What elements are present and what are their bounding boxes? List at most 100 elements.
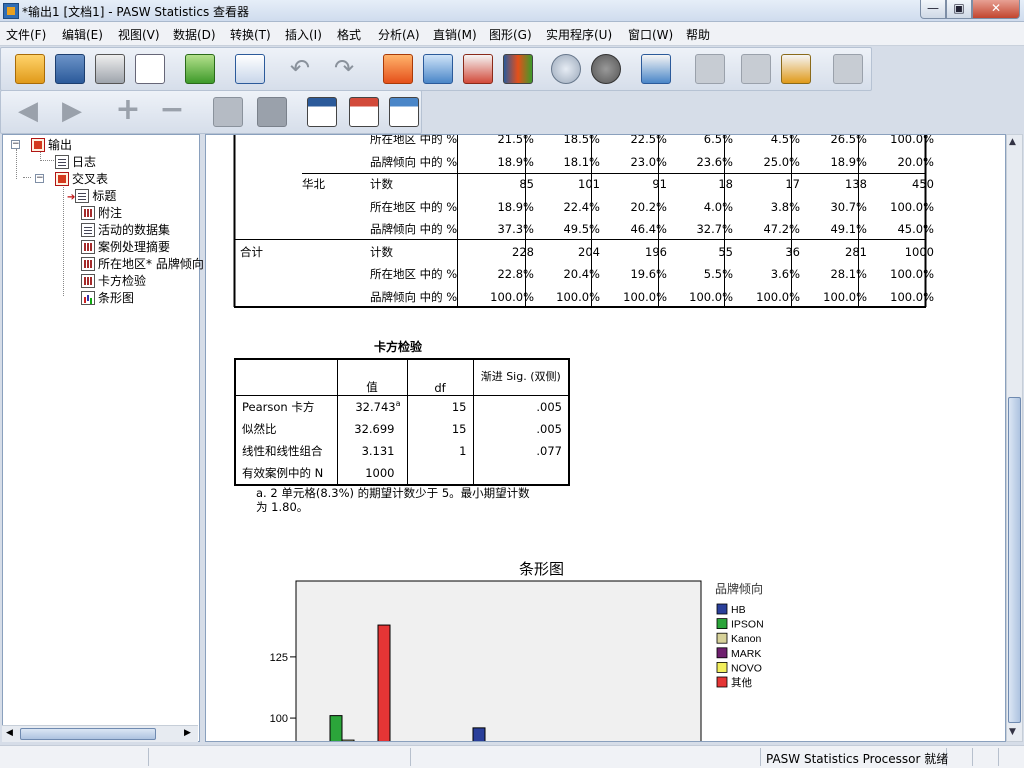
menu-view[interactable]: 视图(V): [118, 26, 160, 43]
recall-dialog-icon[interactable]: [235, 54, 265, 84]
chi-square-table: 值 df 渐进 Sig. (双侧) Pearson 卡方 32.743a 15 …: [234, 358, 570, 486]
hide-icon[interactable]: [257, 97, 287, 127]
open-folder-icon[interactable]: [15, 54, 45, 84]
tree-item-region-brand[interactable]: 所在地区* 品牌倾向: [81, 255, 204, 271]
menu-file[interactable]: 文件(F): [6, 26, 46, 43]
menu-window[interactable]: 窗口(W): [628, 26, 673, 43]
close-button[interactable]: ✕: [972, 0, 1020, 19]
crosstab-cell: 30.7%: [830, 199, 867, 214]
menu-graphs[interactable]: 图形(G): [489, 26, 532, 43]
maximize-button[interactable]: ▣: [946, 0, 972, 19]
scroll-down-arrow-icon[interactable]: ▼: [1009, 727, 1016, 737]
insert-output-icon[interactable]: [695, 54, 725, 84]
tree-item-label: 标题: [92, 189, 117, 203]
legend-swatch: [716, 647, 728, 659]
table-row: 所在地区 中的 % 21.5% 18.5% 22.5% 6.5% 4.5% 26.5% 100…: [234, 134, 940, 151]
crosstab-cell: 100.0%: [689, 289, 733, 304]
crosstab-cell: 100.0%: [890, 267, 934, 282]
menu-utilities[interactable]: 实用程序(U): [546, 26, 612, 43]
tree-item-log[interactable]: 日志: [55, 153, 96, 169]
menu-help[interactable]: 帮助: [686, 26, 710, 43]
row-sub-label: [296, 218, 364, 241]
tree-item-active-dataset[interactable]: 活动的数据集: [81, 221, 170, 237]
scroll-thumb[interactable]: [1008, 397, 1021, 723]
scroll-thumb[interactable]: [20, 728, 156, 740]
menu-edit[interactable]: 编辑(E): [62, 26, 103, 43]
insert-page-break-icon[interactable]: [389, 97, 419, 127]
status-text: PASW Statistics Processor 就绪: [766, 752, 949, 766]
redo-icon[interactable]: ↷: [329, 54, 359, 84]
tree-horizontal-scrollbar[interactable]: ◀ ▶: [2, 725, 198, 742]
main-toolbar: ↶ ↷: [0, 47, 872, 91]
table-row: 似然比 32.699 15 .005: [234, 417, 570, 440]
minimize-button[interactable]: —: [920, 0, 946, 19]
tree-item-chi-square[interactable]: 卡方检验: [81, 272, 146, 288]
tree-item-case-summary[interactable]: 案例处理摘要: [81, 238, 170, 254]
chi-row-df: [406, 462, 473, 486]
demote-arrow-right-icon[interactable]: ▶: [57, 97, 87, 127]
tree-item-bar-chart[interactable]: 条形图: [81, 289, 134, 305]
undo-icon[interactable]: ↶: [285, 54, 315, 84]
crosstab-cell: 22.4%: [563, 199, 600, 214]
title-icon: [75, 189, 90, 203]
promote-arrow-left-icon[interactable]: ◀: [13, 97, 43, 127]
menu-data[interactable]: 数据(D): [173, 26, 216, 43]
scroll-right-arrow-icon[interactable]: ▶: [184, 728, 191, 738]
chi-row-value: 32.743a: [336, 395, 407, 418]
export-icon[interactable]: [185, 54, 215, 84]
insert-heading-icon[interactable]: [307, 97, 337, 127]
goto-variable-icon[interactable]: [463, 54, 493, 84]
tree-item-label: 案例处理摘要: [98, 240, 171, 254]
crosstab-cell: 36: [785, 244, 800, 259]
crosstab-cell: 100.0%: [890, 134, 934, 147]
show-all-variables-icon[interactable]: [591, 54, 621, 84]
use-sets-icon[interactable]: [551, 54, 581, 84]
insert-title-icon[interactable]: [349, 97, 379, 127]
status-bar: PASW Statistics Processor 就绪: [0, 745, 1024, 768]
content-vertical-scrollbar[interactable]: ▲ ▼: [1006, 134, 1023, 742]
chi-row-label: 线性和线性组合: [234, 440, 337, 463]
expand-plus-icon[interactable]: +: [113, 95, 143, 127]
chi-row-df: 1: [406, 440, 473, 463]
scroll-up-arrow-icon[interactable]: ▲: [1009, 137, 1016, 147]
crosstab-cell: 100.0%: [890, 289, 934, 304]
expand-toggle-crosstab[interactable]: −: [35, 174, 44, 183]
goto-data-icon[interactable]: [383, 54, 413, 84]
save-icon[interactable]: [55, 54, 85, 84]
variables-icon[interactable]: [503, 54, 533, 84]
table-icon: [81, 240, 95, 254]
menu-analyze[interactable]: 分析(A): [378, 26, 420, 43]
show-icon[interactable]: [213, 97, 243, 127]
bar-IPSON: [329, 715, 343, 741]
scroll-left-arrow-icon[interactable]: ◀: [6, 728, 13, 738]
tree-item-crosstab[interactable]: 交叉表: [55, 170, 108, 186]
crosstab-cell: 196: [645, 244, 667, 259]
menu-transform[interactable]: 转换(T): [230, 26, 271, 43]
expand-toggle-output[interactable]: −: [11, 140, 20, 149]
tree-item-output[interactable]: 输出: [31, 136, 72, 152]
print-icon[interactable]: [95, 54, 125, 84]
goto-case-icon[interactable]: [423, 54, 453, 84]
tree-item-title[interactable]: ➔ 标题: [67, 187, 116, 203]
legend-label: MARK: [731, 648, 761, 660]
window-title: *输出1 [文档1] - PASW Statistics 查看器: [22, 5, 250, 19]
legend-title: 品牌倾向: [715, 581, 763, 596]
row-group-label: [234, 196, 296, 219]
collapse-minus-icon[interactable]: −: [157, 95, 187, 127]
run-script-icon[interactable]: [781, 54, 811, 84]
print-preview-icon[interactable]: [135, 54, 165, 84]
designate-window-icon[interactable]: [641, 54, 671, 84]
pivot-icon[interactable]: [833, 54, 863, 84]
table-row: 合计 计数 228 204 196 55 36 281 1000: [234, 241, 940, 264]
chi-header-value: 值: [336, 358, 407, 396]
current-item-arrow-icon: ➔: [67, 192, 76, 203]
legend-label: Kanon: [731, 633, 762, 645]
menu-direct-marketing[interactable]: 直销(M): [433, 26, 477, 43]
insert-text-icon[interactable]: [741, 54, 771, 84]
output-icon: [31, 138, 45, 152]
menu-format[interactable]: 格式: [337, 26, 361, 43]
row-group-label: [234, 218, 296, 241]
tree-item-label: 交叉表: [72, 172, 109, 186]
menu-insert[interactable]: 插入(I): [285, 26, 322, 43]
tree-item-notes[interactable]: 附注: [81, 204, 122, 220]
